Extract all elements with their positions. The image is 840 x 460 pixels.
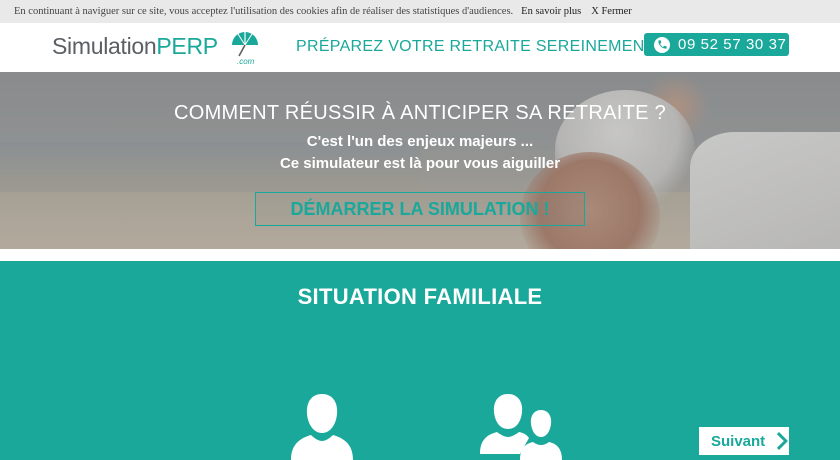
logo-dotcom: .com [237, 57, 255, 66]
section-title: SITUATION FAMILIALE [297, 284, 543, 309]
cookie-text: En continuant à naviguer sur ce site, vo… [14, 6, 514, 17]
cookie-banner: En continuant à naviguer sur ce site, vo… [0, 0, 840, 23]
header-tagline: PRÉPAREZ VOTRE RETRAITE SEREINEMENT ! [296, 38, 664, 55]
phone-button[interactable]: 09 52 57 30 37 [644, 33, 789, 56]
logo-text-simulation: Simulation [52, 33, 157, 59]
cookie-learn-more-link[interactable]: En savoir plus [521, 6, 581, 17]
cookie-close-button[interactable]: X Fermer [591, 6, 632, 17]
chevron-right-icon [777, 432, 789, 450]
single-person-icon[interactable] [289, 392, 355, 460]
site-header: Simulation PERP .com PRÉPAREZ VOTRE RETRA… [0, 23, 840, 72]
next-button-label: Suivant [711, 432, 766, 450]
hero-subtitle-line2: Ce simulateur est là pour vous aiguiller [279, 155, 561, 172]
site-logo[interactable]: Simulation PERP .com [52, 31, 258, 66]
couple-icon[interactable] [478, 392, 562, 460]
phone-number: 09 52 57 30 37 [678, 36, 787, 53]
logo-text-perp: PERP [156, 33, 218, 59]
start-simulation-button[interactable]: DÉMARRER LA SIMULATION ! [255, 192, 585, 226]
phone-icon [654, 36, 670, 53]
hero-subtitle-line1: C'est l'un des enjeux majeurs ... [306, 133, 534, 150]
hero-banner: COMMENT RÉUSSIR À ANTICIPER SA RETRAITE … [0, 72, 840, 249]
family-situation-section: SITUATION FAMILIALE Suivant [0, 261, 840, 460]
hero-title: COMMENT RÉUSSIR À ANTICIPER SA RETRAITE … [173, 102, 667, 124]
next-button[interactable]: Suivant [699, 427, 789, 455]
section-divider [0, 249, 840, 261]
umbrella-icon [232, 32, 258, 57]
